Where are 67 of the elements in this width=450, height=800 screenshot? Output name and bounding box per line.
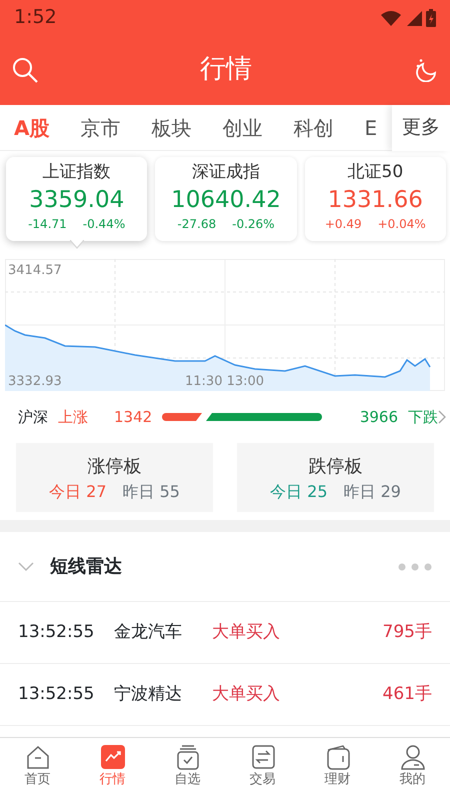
index-name: 深证成指 <box>190 161 261 184</box>
index-percent: -0.26% <box>232 216 275 234</box>
rise-label: 上涨 <box>58 407 88 428</box>
fall-link[interactable]: 下跌 <box>408 406 446 429</box>
battery-icon <box>426 8 436 26</box>
index-percent: +0.04% <box>378 216 426 234</box>
index-percent: -0.44% <box>82 216 126 234</box>
tab[interactable]: 科创 <box>283 112 344 142</box>
index-card[interactable]: 上证指数 3359.04 -14.71 -0.44% <box>6 157 148 242</box>
index-value: 10640.42 <box>170 186 282 214</box>
index-change: -14.71 <box>28 216 67 234</box>
alert-time: 13:52:55 <box>18 621 96 644</box>
wifi-icon <box>380 10 402 26</box>
checklist-icon <box>174 744 200 770</box>
stock-name: 金龙汽车 <box>114 621 183 644</box>
pointer-arrow <box>70 240 84 250</box>
tab[interactable]: 板块 <box>141 112 202 142</box>
page-title: 行情 <box>200 54 252 86</box>
alert-volume: 461手 <box>382 683 432 706</box>
index-change: +0.49 <box>324 216 362 234</box>
index-card[interactable]: 北证50 1331.66 +0.49 +0.04% <box>304 157 446 242</box>
nav-tab[interactable]: 理财 <box>300 738 375 800</box>
user-icon <box>400 744 426 770</box>
alert-volume: 795手 <box>382 621 432 644</box>
alert-type: 大单买入 <box>212 621 281 644</box>
tab[interactable]: 京市 <box>70 112 130 142</box>
signal-icon <box>406 10 422 26</box>
index-value: 3359.04 <box>28 186 126 214</box>
more-button[interactable]: 更多 <box>392 104 450 150</box>
exchange-icon <box>250 744 276 770</box>
tab[interactable]: 创业 <box>212 112 272 142</box>
nav-tab[interactable]: 我的 <box>375 738 450 800</box>
yesterday-count: 昨日 29 <box>344 481 401 504</box>
search-icon[interactable] <box>12 57 38 83</box>
stock-name: 宁波精达 <box>114 683 183 706</box>
index-card[interactable]: 深证成指 10640.42 -27.68 -0.26% <box>155 157 297 242</box>
index-change: -27.68 <box>177 216 216 234</box>
time-axis-label: 11:30 13:00 <box>185 372 264 391</box>
alert-time: 13:52:55 <box>18 683 96 706</box>
clock: 1:52 <box>14 5 57 30</box>
chevron-down-icon[interactable] <box>18 562 34 572</box>
home-icon <box>24 744 50 770</box>
section-title: 短线雷达 <box>50 555 123 580</box>
yesterday-count: 昨日 55 <box>122 481 180 504</box>
chevron-right-icon <box>438 410 446 424</box>
today-count: 今日 27 <box>49 481 106 504</box>
limit-board-card[interactable]: 涨停板 今日 27 昨日 55 <box>16 443 213 512</box>
axis-label: 3332.93 <box>8 372 62 391</box>
wallet-icon <box>324 744 350 770</box>
board-title: 涨停板 <box>86 455 142 480</box>
nav-tab[interactable]: 交易 <box>225 738 300 800</box>
index-value: 1331.66 <box>326 186 424 214</box>
today-count: 今日 25 <box>270 481 328 504</box>
alert-type: 大单买入 <box>212 683 281 706</box>
market-label: 沪深 <box>18 407 48 428</box>
limit-board-card[interactable]: 跌停板 今日 25 昨日 29 <box>237 443 434 512</box>
rise-count: 1342 <box>114 407 152 428</box>
tab[interactable]: E <box>354 112 382 142</box>
nav-tab[interactable]: 首页 <box>0 738 75 800</box>
index-name: 上证指数 <box>42 161 112 184</box>
moon-icon[interactable] <box>414 58 438 82</box>
nav-tab[interactable]: 自选 <box>150 738 225 800</box>
index-name: 北证50 <box>346 161 404 184</box>
axis-label: 3414.57 <box>8 262 62 280</box>
fall-count: 3966 <box>360 407 398 428</box>
board-title: 跌停板 <box>308 455 364 480</box>
trend-chart-icon <box>100 744 126 770</box>
